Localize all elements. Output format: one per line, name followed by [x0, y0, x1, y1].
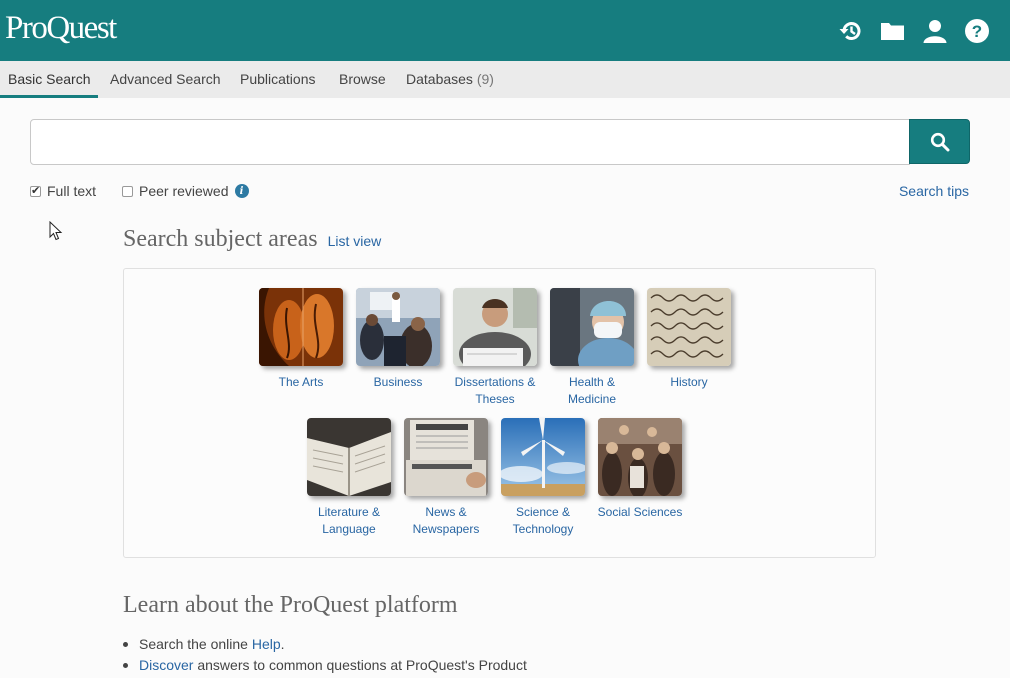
peer-reviewed-label: Peer reviewed [139, 183, 229, 199]
subject-literature-language[interactable]: Literature & Language [303, 418, 395, 538]
user-icon[interactable] [920, 16, 950, 46]
header-bar: ProQuest ? [0, 0, 1010, 61]
social-sciences-image [598, 418, 682, 496]
subject-social-sciences[interactable]: Social Sciences [594, 418, 686, 521]
search-tips-link[interactable]: Search tips [899, 183, 969, 199]
health-medicine-image [550, 288, 634, 366]
tab-advanced-search[interactable]: Advanced Search [102, 61, 229, 98]
subject-science-technology[interactable]: Science & Technology [497, 418, 589, 538]
mouse-pointer-icon [49, 221, 63, 241]
help-icon[interactable]: ? [962, 16, 992, 46]
subject-label: History [670, 375, 708, 389]
history-image [647, 288, 731, 366]
subject-history[interactable]: History [643, 288, 735, 391]
dissertations-theses-image [453, 288, 537, 366]
subject-label: Science & Technology [512, 505, 574, 536]
subject-news-newspapers[interactable]: News & Newspapers [400, 418, 492, 538]
discover-link[interactable]: Discover [139, 657, 193, 673]
help-link[interactable]: Help [252, 636, 281, 652]
info-icon[interactable]: i [234, 184, 249, 198]
subject-dissertations-theses[interactable]: Dissertations & Theses [449, 288, 541, 408]
subject-areas-heading: Search subject areas List view [123, 226, 382, 252]
full-text-label: Full text [47, 183, 97, 199]
list-item: Discover answers to common questions at … [122, 655, 527, 676]
subject-label: The Arts [278, 375, 324, 389]
news-newspapers-image [404, 418, 488, 496]
business-image [356, 288, 440, 366]
databases-count: (9) [476, 71, 494, 87]
tab-basic-search[interactable]: Basic Search [0, 61, 99, 98]
literature-language-image [307, 418, 391, 496]
subject-areas-panel: The Arts Business Dissertations & Theses … [123, 268, 876, 558]
subject-label: Business [373, 375, 423, 389]
full-text-checkbox[interactable]: Full text [30, 183, 96, 199]
learn-list: Search the online Help. Discover answers… [122, 634, 527, 676]
full-text-checkbox-box[interactable] [30, 184, 41, 197]
search-button[interactable] [909, 119, 970, 164]
history-icon[interactable] [836, 16, 866, 46]
search-input[interactable] [30, 119, 910, 165]
the-arts-image [259, 288, 343, 366]
search-icon [930, 132, 949, 151]
proquest-logo[interactable]: ProQuest [5, 10, 117, 47]
tab-databases[interactable]: Databases (9) [398, 61, 502, 98]
tab-browse[interactable]: Browse [331, 61, 394, 98]
subject-business[interactable]: Business [352, 288, 444, 391]
science-technology-image [501, 418, 585, 496]
tab-publications[interactable]: Publications [232, 61, 324, 98]
svg-text:?: ? [972, 22, 982, 41]
subject-label: Social Sciences [597, 505, 683, 519]
learn-heading: Learn about the ProQuest platform [123, 592, 458, 618]
subject-label: Literature & Language [317, 505, 381, 536]
search-tabs: Basic Search Advanced Search Publication… [0, 61, 1010, 98]
subject-health-medicine[interactable]: Health & Medicine [546, 288, 638, 408]
subject-the-arts[interactable]: The Arts [255, 288, 347, 391]
list-item: Search the online Help. [122, 634, 527, 655]
subject-label: Dissertations & Theses [454, 375, 536, 406]
peer-reviewed-checkbox-box[interactable] [122, 185, 133, 197]
peer-reviewed-checkbox[interactable]: Peer reviewed i [122, 183, 249, 199]
subject-label: Health & Medicine [567, 375, 617, 406]
subject-label: News & Newspapers [412, 505, 480, 536]
folder-icon[interactable] [878, 16, 908, 46]
list-view-link[interactable]: List view [328, 233, 382, 249]
